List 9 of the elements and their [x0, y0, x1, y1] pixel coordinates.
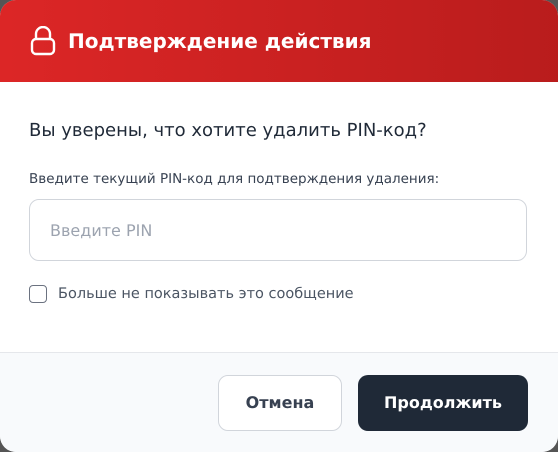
continue-button[interactable]: Продолжить [358, 374, 528, 430]
field-label: Введите текущий PIN-код для подтверждения удаления: [29, 171, 440, 187]
checkbox[interactable] [29, 285, 47, 303]
pin-field[interactable]: Введите PIN [29, 199, 527, 261]
dialog-title: Подтверждение действия [68, 29, 372, 53]
checkbox-label[interactable]: Больше не показывать это сообщение [58, 286, 354, 302]
cancel-button[interactable]: Отмена [218, 374, 342, 430]
question-text: Вы уверены, что хотите удалить PIN-код? [29, 120, 428, 141]
lock-icon [30, 26, 56, 56]
